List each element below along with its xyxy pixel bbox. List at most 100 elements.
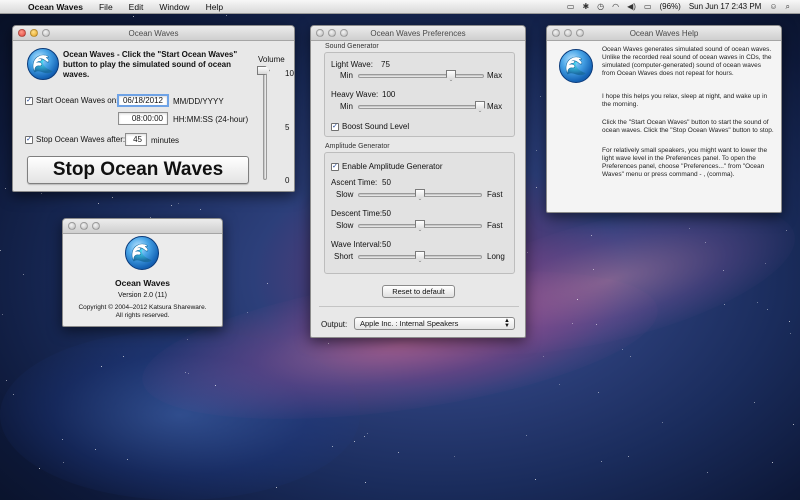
volume-tick-max: 10: [285, 69, 294, 78]
star: [754, 402, 755, 403]
star: [267, 283, 268, 284]
battery-icon[interactable]: ▭: [644, 2, 652, 11]
spotlight-search-icon[interactable]: ⌕: [786, 2, 790, 12]
prefs-window-titlebar[interactable]: Ocean Waves Preferences: [311, 26, 525, 41]
star: [41, 193, 42, 194]
heavy-wave-slider-track[interactable]: [358, 105, 484, 109]
stop-minutes-field[interactable]: 45: [125, 133, 147, 146]
zoom-button[interactable]: [576, 29, 584, 37]
wifi-icon[interactable]: ◠: [612, 2, 619, 11]
menu-help[interactable]: Help: [198, 2, 231, 12]
star: [454, 456, 455, 457]
star: [226, 15, 227, 16]
star: [133, 16, 134, 17]
clock[interactable]: Sun Jun 17 2:43 PM: [689, 2, 762, 11]
star: [6, 380, 7, 381]
stop-ocean-waves-checkbox[interactable]: ✓: [25, 135, 33, 144]
star: [5, 188, 6, 189]
volume-slider-track[interactable]: [263, 68, 267, 180]
menu-window[interactable]: Window: [151, 2, 197, 12]
main-window-titlebar[interactable]: Ocean Waves: [13, 26, 294, 41]
menu-bar: Ocean Waves File Edit Window Help ▭ ✱ ◷ …: [0, 0, 800, 14]
output-device-popup[interactable]: Apple Inc. : Internal Speakers ▲ ▼: [354, 317, 515, 330]
reset-to-default-button[interactable]: Reset to default: [382, 285, 455, 298]
help-wave-icon: 🌊: [559, 49, 593, 83]
star: [63, 462, 64, 463]
about-window-titlebar[interactable]: [63, 219, 222, 234]
volume-tick-min: 0: [285, 176, 290, 185]
star: [793, 424, 794, 425]
minimize-button[interactable]: [564, 29, 572, 37]
boost-sound-checkbox[interactable]: ✓: [331, 122, 339, 131]
light-wave-slider-track[interactable]: [358, 74, 484, 78]
zoom-button[interactable]: [340, 29, 348, 37]
volume-icon[interactable]: ◀): [627, 2, 636, 11]
help-paragraph-1: Ocean Waves generates simulated sound of…: [602, 46, 772, 77]
star: [367, 433, 368, 434]
stop-ocean-waves-button[interactable]: Stop Ocean Waves: [27, 156, 249, 184]
star: [772, 462, 773, 463]
zoom-button[interactable]: [42, 29, 50, 37]
star: [662, 422, 663, 423]
time-format-label: HH:MM:SS (24-hour): [173, 115, 249, 124]
enable-amplitude-checkbox[interactable]: ✓: [331, 162, 339, 171]
star: [354, 441, 355, 442]
start-time-field[interactable]: 08:00:00: [118, 112, 168, 125]
close-button[interactable]: [552, 29, 560, 37]
star: [622, 349, 623, 350]
interval-short-label: Short: [334, 252, 354, 261]
output-device-value: Apple Inc. : Internal Speakers: [360, 319, 459, 328]
wave-interval-value: 50: [382, 240, 391, 249]
start-date-field[interactable]: 06/18/2012: [117, 94, 169, 107]
close-button[interactable]: [18, 29, 26, 37]
star: [601, 461, 602, 462]
star: [593, 269, 594, 270]
star: [790, 333, 791, 334]
menu-app-name[interactable]: Ocean Waves: [22, 2, 91, 12]
about-version: Version 2.0 (11): [118, 292, 167, 299]
close-button[interactable]: [316, 29, 324, 37]
close-button[interactable]: [68, 222, 76, 230]
minimize-button[interactable]: [30, 29, 38, 37]
star: [98, 203, 99, 204]
timemachine-icon[interactable]: ◷: [597, 2, 604, 11]
star: [628, 456, 629, 457]
amplitude-generator-label: Amplitude Generator: [325, 143, 390, 150]
user-icon[interactable]: ☺: [769, 2, 777, 11]
menu-file[interactable]: File: [91, 2, 121, 12]
volume-slider-knob[interactable]: [257, 66, 270, 75]
star: [540, 96, 541, 97]
star: [0, 250, 1, 251]
copyright-line-2: All rights reserved.: [115, 312, 170, 319]
enable-amplitude-label: Enable Amplitude Generator: [342, 162, 443, 171]
star: [598, 392, 599, 393]
star: [543, 356, 544, 357]
help-window-titlebar[interactable]: Ocean Waves Help: [547, 26, 781, 41]
minimize-button[interactable]: [328, 29, 336, 37]
star: [536, 187, 537, 188]
bluetooth-icon[interactable]: ✱: [582, 2, 589, 11]
minimize-button[interactable]: [80, 222, 88, 230]
menu-edit[interactable]: Edit: [121, 2, 152, 12]
star: [365, 482, 366, 483]
star: [187, 339, 188, 340]
about-app-name: Ocean Waves: [115, 278, 170, 288]
star: [572, 323, 573, 324]
star: [101, 366, 102, 367]
start-ocean-waves-checkbox[interactable]: ✓: [25, 96, 33, 105]
minutes-label: minutes: [151, 136, 180, 145]
star: [2, 314, 3, 315]
ascent-time-label: Ascent Time:: [331, 178, 378, 187]
star: [536, 150, 537, 151]
heavy-wave-label: Heavy Wave:: [331, 90, 379, 99]
star: [577, 299, 578, 300]
ascent-slow-label: Slow: [336, 190, 354, 199]
zoom-button[interactable]: [92, 222, 100, 230]
star: [767, 309, 768, 310]
copyright-line-1: Copyright © 2004–2012 Katsura Shareware.: [78, 304, 207, 311]
star: [276, 487, 277, 488]
main-window-title: Ocean Waves: [128, 28, 179, 38]
heavy-min-label: Min: [340, 102, 353, 111]
app-wave-icon: 🌊: [27, 48, 59, 80]
display-icon[interactable]: ▭: [567, 2, 575, 11]
